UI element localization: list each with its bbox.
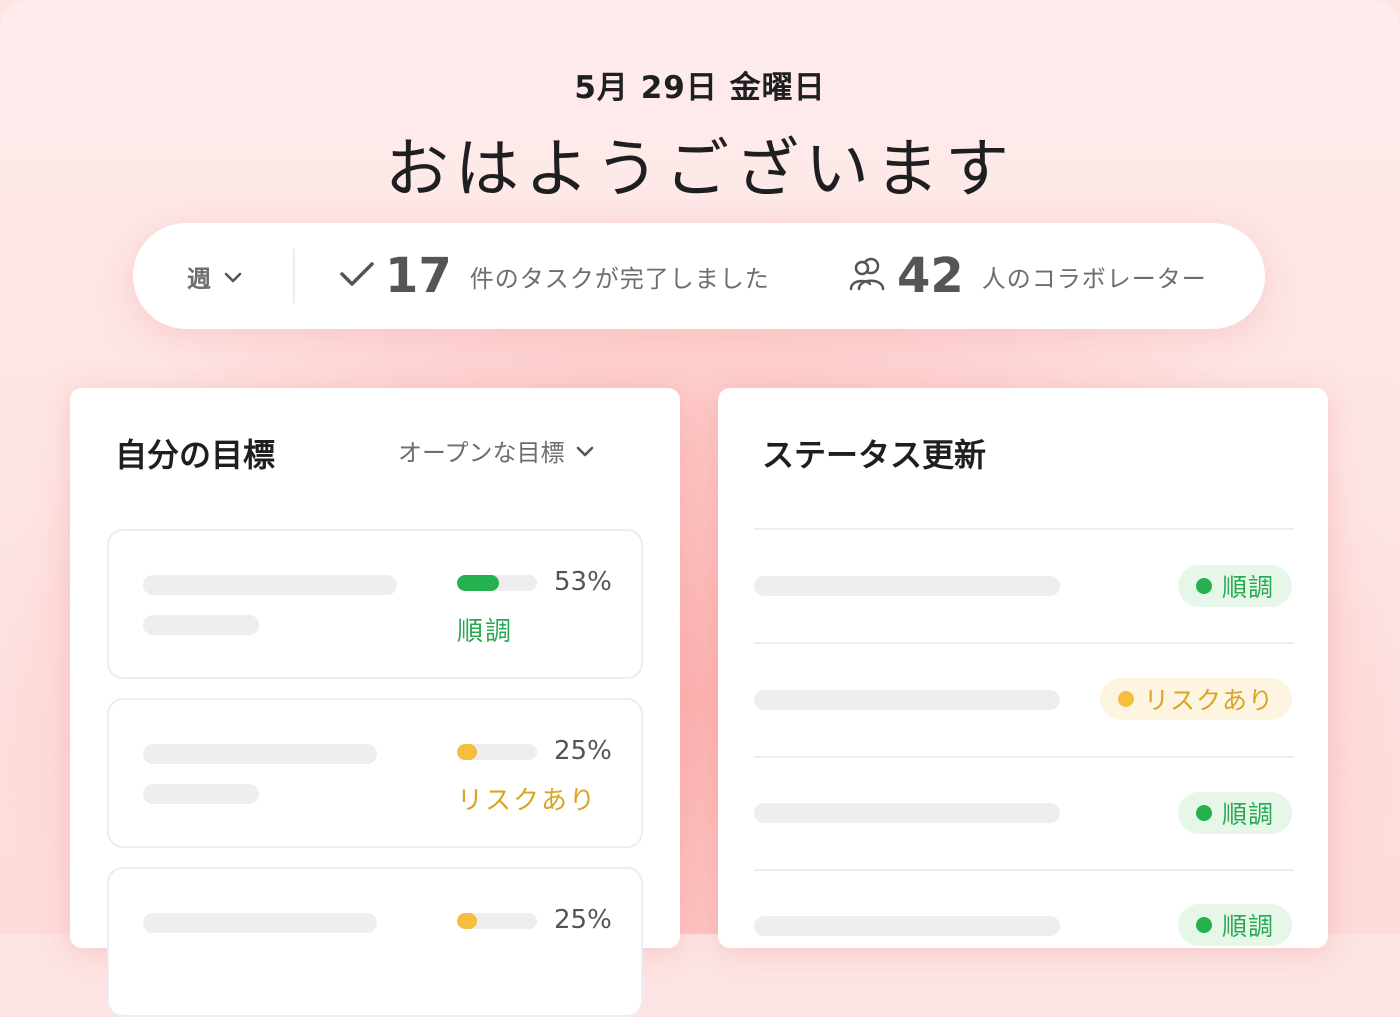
goal-item[interactable]: 53% 順調 — [107, 529, 643, 679]
status-dot — [1195, 578, 1212, 594]
update-status-label: 順調 — [1221, 573, 1274, 602]
goal-item[interactable]: 25% リスクあり — [107, 698, 643, 848]
update-divider — [754, 528, 1294, 530]
update-status-label: リスクあり — [1143, 686, 1274, 715]
goal-name-placeholder — [143, 744, 377, 764]
goal-percent: 25% — [554, 736, 612, 766]
tasks-completed-stat: 17 件のタスクが完了しました — [339, 245, 770, 307]
goal-progress-fill — [457, 913, 477, 929]
goal-percent: 53% — [554, 567, 612, 597]
period-dropdown[interactable]: 週 — [187, 259, 243, 294]
update-divider — [754, 642, 1294, 644]
update-divider — [754, 869, 1294, 871]
goal-progress-fill — [457, 744, 477, 760]
tasks-label: 件のタスクが完了しました — [469, 264, 770, 293]
goal-progress-fill — [457, 575, 500, 591]
goal-filter-dropdown[interactable]: オープンな目標 — [398, 433, 595, 468]
goal-name-placeholder — [143, 575, 397, 595]
stats-bar: 週 17 件のタスクが完了しました 42 人のコラボレーター — [133, 223, 1265, 329]
collaborators-count: 42 — [897, 248, 964, 304]
goal-percent: 25% — [554, 905, 612, 935]
tasks-count: 17 — [385, 248, 452, 304]
status-dot — [1117, 691, 1134, 707]
update-text-placeholder — [754, 690, 1060, 710]
my-goals-title: 自分の目標 — [115, 436, 276, 474]
status-updates-title: ステータス更新 — [762, 436, 987, 474]
collaborators-stat: 42 人のコラボレーター — [849, 245, 1207, 307]
goal-item[interactable]: 25% — [107, 867, 643, 1017]
goal-status: 順調 — [457, 617, 514, 647]
update-status-pill[interactable]: 順調 — [1177, 792, 1292, 834]
stats-divider — [293, 249, 295, 303]
chevron-down-icon — [223, 263, 243, 291]
checkmark-icon — [339, 259, 375, 293]
goal-owner-placeholder — [143, 615, 259, 635]
status-dot — [1195, 917, 1212, 933]
goal-name-placeholder — [143, 913, 377, 933]
goal-status: リスクあり — [457, 786, 598, 816]
collaborators-label: 人のコラボレーター — [981, 264, 1207, 293]
update-status-pill[interactable]: リスクあり — [1099, 678, 1292, 720]
update-status-pill[interactable]: 順調 — [1177, 565, 1292, 607]
greeting-heading: おはようございます — [385, 133, 1015, 207]
goal-progress-bar — [457, 744, 537, 760]
goal-filter-label: オープンな目標 — [398, 439, 565, 467]
update-status-label: 順調 — [1221, 912, 1274, 941]
people-icon — [849, 256, 887, 296]
chevron-down-icon — [575, 437, 595, 465]
update-divider — [754, 756, 1294, 758]
update-status-label: 順調 — [1221, 800, 1274, 829]
update-status-pill[interactable]: 順調 — [1177, 904, 1292, 946]
goal-progress-bar — [457, 575, 537, 591]
date-heading: 5月 29日 金曜日 — [574, 70, 826, 106]
status-dot — [1195, 805, 1212, 821]
goal-progress-bar — [457, 913, 537, 929]
update-text-placeholder — [754, 576, 1060, 596]
update-text-placeholder — [754, 803, 1060, 823]
update-text-placeholder — [754, 916, 1060, 936]
period-label: 週 — [187, 265, 211, 293]
goal-owner-placeholder — [143, 784, 259, 804]
